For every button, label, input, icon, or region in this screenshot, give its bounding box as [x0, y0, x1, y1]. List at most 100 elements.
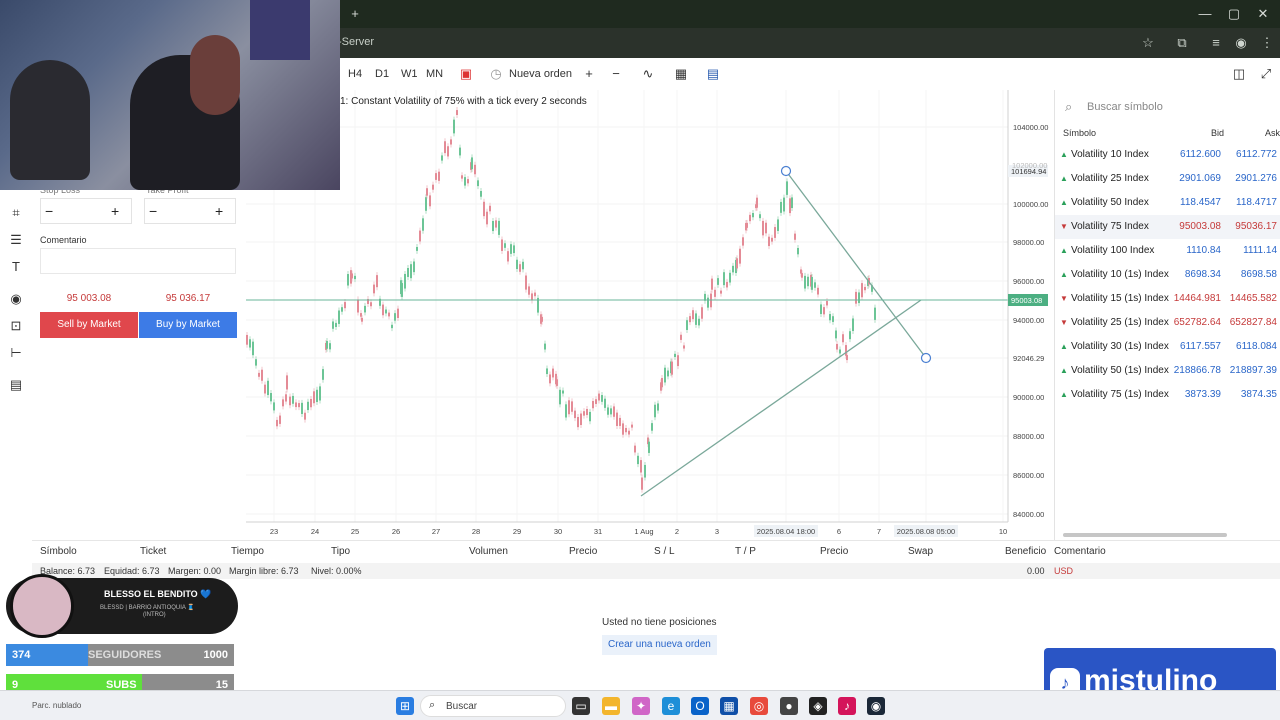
- task-view-icon[interactable]: ▭: [572, 697, 590, 715]
- tree-icon[interactable]: ⊢: [8, 345, 24, 361]
- watchlist-row[interactable]: ▲ Volatility 50 Index 118.4547 118.4717: [1055, 191, 1280, 215]
- take-profit-stepper[interactable]: − +: [144, 198, 236, 224]
- start-icon[interactable]: ⊞: [396, 697, 414, 715]
- candle-body: [432, 184, 434, 190]
- followers-label: SEGUIDORES: [88, 649, 162, 661]
- watchlist-row[interactable]: ▲ Volatility 50 (1s) Index 218866.78 218897…: [1055, 359, 1280, 383]
- trendline-handle-top[interactable]: [780, 165, 792, 177]
- take-profit-decrement[interactable]: −: [149, 203, 157, 219]
- minimize-button[interactable]: —: [1190, 4, 1220, 24]
- screenshot-icon[interactable]: ◫: [1231, 66, 1247, 82]
- watchlist-row[interactable]: ▼ Volatility 75 Index 95003.08 95036.17: [1055, 215, 1280, 239]
- stream-title: BLESSO EL BENDITO 💙: [104, 589, 212, 599]
- timeframe-d1[interactable]: D1: [375, 68, 389, 80]
- chart-canvas[interactable]: 104000.00 100000.00 98000.00 96000.00 94000.…: [246, 90, 1054, 540]
- col-ticket[interactable]: Ticket: [140, 546, 166, 557]
- one-click-icon[interactable]: ▣: [458, 66, 474, 82]
- sell-by-market-button[interactable]: Sell by Market: [40, 312, 138, 338]
- outlook-icon[interactable]: O: [691, 697, 709, 715]
- copilot-icon[interactable]: ✦: [632, 697, 650, 715]
- stop-loss-increment[interactable]: +: [111, 203, 119, 219]
- col-volume[interactable]: Volumen: [469, 546, 508, 557]
- edge-icon[interactable]: e: [662, 697, 680, 715]
- media-icon[interactable]: ≡: [1207, 35, 1225, 51]
- zoom-in-button[interactable]: +: [581, 66, 597, 82]
- candle-body: [261, 369, 263, 381]
- star-icon[interactable]: ☆: [1139, 35, 1157, 51]
- layers-icon[interactable]: ▤: [8, 377, 24, 393]
- timeframe-mn[interactable]: MN: [426, 68, 443, 80]
- col-price[interactable]: Precio: [569, 546, 597, 557]
- app-icon[interactable]: ●: [780, 697, 798, 715]
- candle-body: [556, 379, 558, 386]
- zoom-out-button[interactable]: −: [608, 66, 624, 82]
- store-icon[interactable]: ▦: [720, 697, 738, 715]
- col-sl[interactable]: S / L: [654, 546, 675, 557]
- price-chart[interactable]: 104000.00 100000.00 98000.00 96000.00 94000.…: [246, 90, 1054, 540]
- candle-body: [249, 339, 251, 348]
- watchlist-row[interactable]: ▲ Volatility 10 (1s) Index 8698.34 8698.58: [1055, 263, 1280, 287]
- trendline-handle-bottom[interactable]: [920, 352, 932, 364]
- template-icon[interactable]: ▤: [705, 66, 721, 82]
- calendar-icon[interactable]: ▦: [673, 66, 689, 82]
- steam-icon[interactable]: ◉: [867, 697, 885, 715]
- new-order-button[interactable]: Nueva orden: [509, 68, 572, 80]
- new-tab-button[interactable]: +: [340, 4, 370, 24]
- file-explorer-icon[interactable]: ▬: [602, 697, 620, 715]
- capcut-icon[interactable]: ◈: [809, 697, 827, 715]
- fullscreen-icon[interactable]: ⤢: [1258, 66, 1274, 82]
- crop-tool-icon[interactable]: ⌗: [8, 205, 24, 221]
- maximize-button[interactable]: ▢: [1219, 4, 1249, 24]
- col-current-price[interactable]: Precio: [820, 546, 848, 557]
- indicators-icon[interactable]: ∿: [640, 66, 656, 82]
- candle-body: [282, 399, 284, 407]
- candle-body: [592, 400, 594, 409]
- lock-icon[interactable]: ⊡: [8, 318, 24, 334]
- eye-icon[interactable]: ◉: [8, 291, 24, 307]
- watchlist-row[interactable]: ▼ Volatility 25 (1s) Index 652782.64 652827…: [1055, 311, 1280, 335]
- comment-input[interactable]: [40, 248, 236, 274]
- col-type[interactable]: Tipo: [331, 546, 350, 557]
- extensions-icon[interactable]: ⧉: [1173, 35, 1191, 51]
- col-time[interactable]: Tiempo: [231, 546, 264, 557]
- timeframe-h4[interactable]: H4: [348, 68, 362, 80]
- bid-price: 2901.069: [1179, 173, 1221, 184]
- create-order-button[interactable]: Crear una nueva orden: [602, 635, 717, 655]
- take-profit-increment[interactable]: +: [215, 203, 223, 219]
- col-swap[interactable]: Swap: [908, 546, 933, 557]
- col-tp[interactable]: T / P: [735, 546, 756, 557]
- lines-tool-icon[interactable]: ☰: [8, 232, 24, 248]
- candle-body: [459, 147, 461, 156]
- candle-body: [410, 264, 412, 279]
- date-axis-label: 24: [311, 527, 319, 536]
- col-profit[interactable]: Beneficio: [1005, 546, 1046, 557]
- candle-body: [338, 310, 340, 324]
- watchlist-row[interactable]: ▲ Volatility 100 Index 1110.84 1111.14: [1055, 239, 1280, 263]
- trendline-resistance[interactable]: [785, 170, 927, 359]
- symbol-search-input[interactable]: Buscar símbolo: [1087, 101, 1163, 113]
- text-tool-icon[interactable]: T: [8, 259, 24, 275]
- menu-icon[interactable]: ⋮: [1258, 35, 1276, 51]
- tiktok-taskbar-icon[interactable]: ♪: [838, 697, 856, 715]
- candle-body: [370, 302, 372, 307]
- watchlist-row[interactable]: ▼ Volatility 15 (1s) Index 14464.981 14465.…: [1055, 287, 1280, 311]
- buy-by-market-button[interactable]: Buy by Market: [139, 312, 237, 338]
- stream-subtitle-line2: (INTRO): [143, 612, 166, 618]
- col-symbol[interactable]: Símbolo: [40, 546, 77, 557]
- watchlist-row[interactable]: ▲ Volatility 75 (1s) Index 3873.39 3874.35: [1055, 383, 1280, 407]
- col-comment[interactable]: Comentario: [1054, 546, 1106, 557]
- candle-body: [667, 370, 669, 377]
- taskbar-search-box[interactable]: ⌕ Buscar: [420, 695, 566, 717]
- watchlist-row[interactable]: ▲ Volatility 30 (1s) Index 6117.557 6118.08…: [1055, 335, 1280, 359]
- price-axis-label: 90000.00: [1013, 393, 1044, 402]
- profile-icon[interactable]: ◉: [1232, 35, 1250, 51]
- chrome-icon[interactable]: ◎: [750, 697, 768, 715]
- candle-body: [783, 197, 785, 212]
- close-window-button[interactable]: ✕: [1248, 4, 1278, 24]
- stop-loss-stepper[interactable]: − +: [40, 198, 132, 224]
- watchlist-scrollbar[interactable]: [1063, 533, 1227, 537]
- watchlist-row[interactable]: ▲ Volatility 10 Index 6112.600 6112.772: [1055, 143, 1280, 167]
- watchlist-row[interactable]: ▲ Volatility 25 Index 2901.069 2901.276: [1055, 167, 1280, 191]
- timeframe-w1[interactable]: W1: [401, 68, 418, 80]
- stop-loss-decrement[interactable]: −: [45, 203, 53, 219]
